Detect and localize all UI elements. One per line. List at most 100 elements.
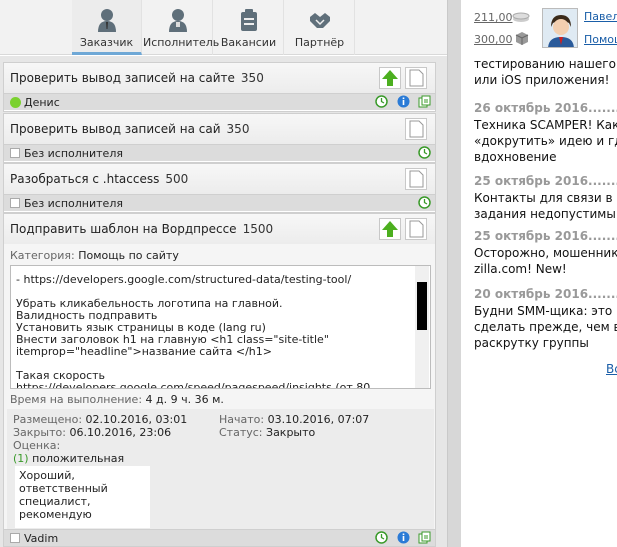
select-checkbox[interactable] <box>10 533 20 543</box>
task-actions <box>370 95 431 110</box>
started-date: Начато: 03.10.2016, 07:07 <box>219 413 370 426</box>
tab-customer[interactable]: Заказчик <box>72 0 142 55</box>
task-title[interactable]: Подправить шаблон на Вордпрессе 1500 <box>10 222 273 236</box>
tab-executor[interactable]: Исполнитель <box>143 0 220 55</box>
task-list: Проверить вывод записей на сайте 350 Дени… <box>0 56 447 547</box>
performer-name[interactable]: Vadim <box>24 532 58 545</box>
user-avatar-icon <box>543 9 577 47</box>
task-meta: Размещено: 02.10.2016, 03:01 Начато: 03.… <box>7 409 434 533</box>
clock-icon[interactable] <box>418 196 431 209</box>
clock-icon[interactable] <box>375 95 388 108</box>
news-text[interactable]: Контакты для связи в опи задания недопус… <box>474 190 617 222</box>
task-card[interactable]: Проверить вывод записей на сайте 350 Дени… <box>3 62 436 112</box>
balance-amount[interactable]: 211,00 <box>474 11 513 24</box>
coins-icon <box>512 12 530 22</box>
task-card-expanded[interactable]: Подправить шаблон на Вордпрессе 1500 Кате… <box>3 213 436 547</box>
task-footer: Vadim <box>4 529 435 546</box>
info-icon[interactable] <box>397 531 410 544</box>
news-date: 25 октябрь 2016.......... <box>474 229 617 243</box>
task-card[interactable]: Проверить вывод записей на сай 350 Без ис… <box>3 113 436 163</box>
tab-label: Исполнитель <box>143 36 220 49</box>
task-header[interactable]: Проверить вывод записей на сай 350 <box>4 114 435 144</box>
info-icon[interactable] <box>397 95 410 108</box>
task-price: 350 <box>226 122 250 136</box>
tab-vacancies[interactable]: Вакансии <box>214 0 284 55</box>
task-price: 1500 <box>242 222 274 236</box>
task-footer: Без исполнителя <box>4 194 435 211</box>
rating-value: (1) положительная <box>13 452 125 465</box>
news-text[interactable]: Будни SMM-щика: это нуж сделать прежде, … <box>474 303 617 351</box>
online-status-dot <box>10 97 21 108</box>
documents-green-icon[interactable] <box>418 95 431 108</box>
green-arrow-up-icon <box>382 221 398 237</box>
customer-icon <box>97 9 116 32</box>
document-button[interactable] <box>405 218 427 240</box>
vacancies-icon <box>240 9 257 31</box>
green-arrow-up-icon <box>382 70 398 86</box>
task-price: 500 <box>165 172 189 186</box>
executor-icon <box>168 9 187 32</box>
task-header[interactable]: Разобраться с .htaccess 500 <box>4 164 435 194</box>
description-text: - https://developers.google.com/structur… <box>16 273 371 389</box>
news-date: 26 октябрь 2016.......... <box>474 101 617 115</box>
avatar[interactable] <box>542 8 578 48</box>
performer-name[interactable]: Денис <box>24 96 60 109</box>
task-footer: Денис <box>4 93 435 110</box>
news-date: 25 октябрь 2016.......... <box>474 174 617 188</box>
tab-label: Заказчик <box>79 36 134 49</box>
task-actions <box>413 196 431 211</box>
help-link[interactable]: Помощ <box>584 33 617 46</box>
task-card[interactable]: Разобраться с .htaccess 500 Без исполните… <box>3 163 436 213</box>
performer-name: Без исполнителя <box>24 197 123 210</box>
documents-green-icon[interactable] <box>418 531 431 544</box>
document-icon <box>409 220 424 238</box>
task-header[interactable]: Проверить вывод записей на сайте 350 <box>4 63 435 93</box>
raise-task-button[interactable] <box>379 67 401 89</box>
task-title[interactable]: Проверить вывод записей на сай 350 <box>10 122 249 136</box>
partner-handshake-icon <box>309 13 330 28</box>
clock-icon[interactable] <box>375 531 388 544</box>
tab-partner[interactable]: Партнёр <box>285 0 355 55</box>
task-title[interactable]: Разобраться с .htaccess 500 <box>10 172 188 186</box>
select-checkbox[interactable] <box>10 148 20 158</box>
document-button[interactable] <box>405 67 427 89</box>
top-navigation: Заказчик Исполнитель Вакансии Партнёр <box>0 0 447 55</box>
news-date: 20 октябрь 2016.......... <box>474 287 617 301</box>
document-button[interactable] <box>405 118 427 140</box>
all-news-link[interactable]: Вс <box>606 362 617 376</box>
task-title[interactable]: Проверить вывод записей на сайте 350 <box>10 71 264 85</box>
performer-name: Без исполнителя <box>24 147 123 160</box>
placed-date: Размещено: 02.10.2016, 03:01 <box>13 413 188 426</box>
user-name-link[interactable]: Павел <box>584 10 617 23</box>
description-scrollbar[interactable] <box>415 266 429 388</box>
column-separator <box>447 0 461 547</box>
task-actions <box>413 146 431 161</box>
task-actions <box>370 531 431 546</box>
category-value: Помощь по сайту <box>78 249 179 262</box>
box-icon <box>515 32 529 45</box>
right-sidebar: 211,00 300,00 Павел Помощ тестированию н… <box>462 0 617 547</box>
rating-label: Оценка: <box>13 439 61 452</box>
bonus-amount[interactable]: 300,00 <box>474 33 513 46</box>
time-value: 4 д. 9 ч. 36 м. <box>145 393 224 406</box>
task-description[interactable]: - https://developers.google.com/structur… <box>10 265 431 389</box>
task-footer: Без исполнителя <box>4 144 435 161</box>
news-text[interactable]: Техника SCAMPER! Как «докрутить» идею и … <box>474 117 617 165</box>
task-category: Категория: Помощь по сайту <box>10 249 179 262</box>
task-status: Статус: Закрыто <box>219 426 316 439</box>
task-price: 350 <box>240 71 264 85</box>
time-to-complete: Время на выполнение: 4 д. 9 ч. 36 м. <box>10 393 224 406</box>
select-checkbox[interactable] <box>10 198 20 208</box>
document-button[interactable] <box>405 168 427 190</box>
document-icon <box>409 69 424 87</box>
task-header[interactable]: Подправить шаблон на Вордпрессе 1500 <box>4 214 435 244</box>
closed-date: Закрыто: 06.10.2016, 23:06 <box>13 426 172 439</box>
news-text[interactable]: Осторожно, мошенники н zilla.com! New! <box>474 245 617 277</box>
tab-label: Вакансии <box>220 36 277 49</box>
tab-label: Партнёр <box>294 36 345 49</box>
document-icon <box>409 170 424 188</box>
raise-task-button[interactable] <box>379 218 401 240</box>
news-text[interactable]: тестированию нашего An или iOS приложени… <box>474 56 617 88</box>
clock-icon[interactable] <box>418 146 431 159</box>
review-text: Хороший, ответственный специалист, реком… <box>15 466 150 528</box>
